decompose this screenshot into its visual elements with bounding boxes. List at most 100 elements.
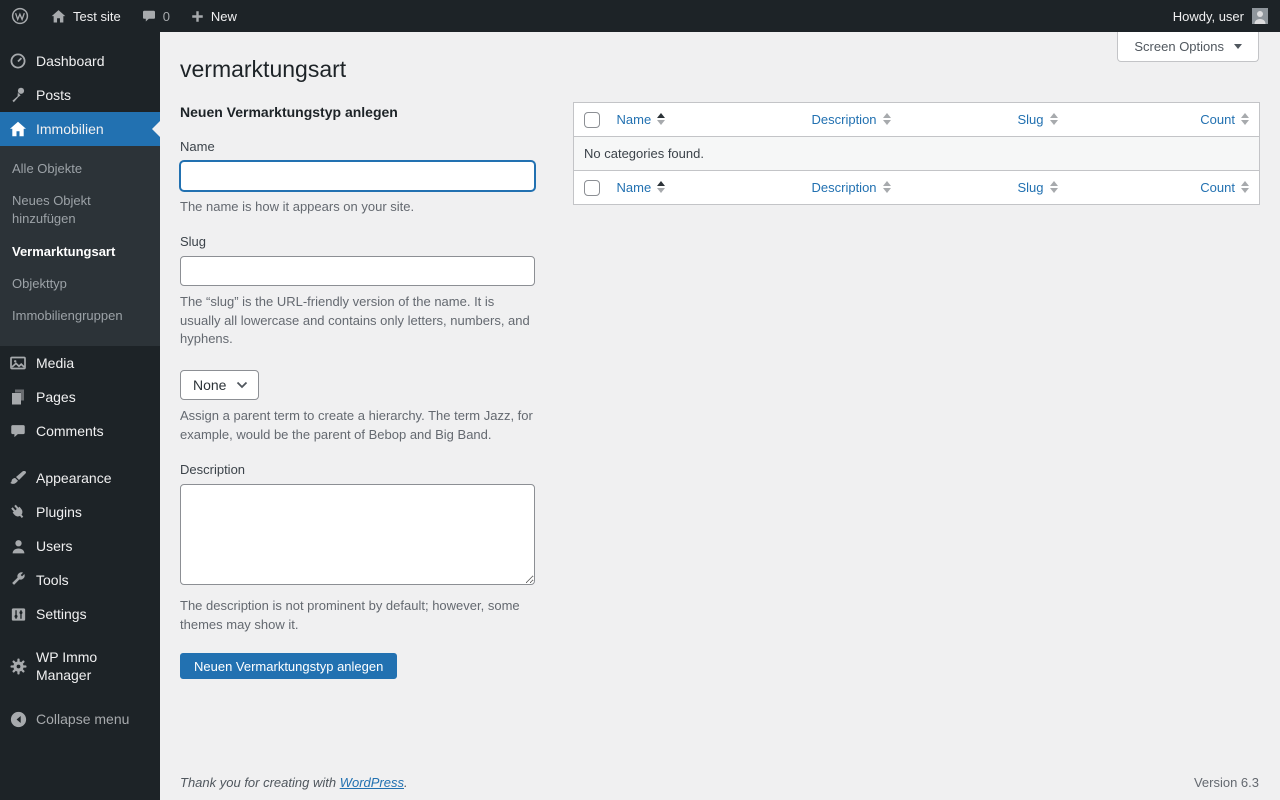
screen-options-tab[interactable]: Screen Options — [1117, 32, 1259, 62]
media-icon — [0, 353, 36, 373]
sidebar-item-wp-immo-manager[interactable]: WP Immo Manager — [0, 644, 160, 688]
pushpin-icon — [0, 85, 36, 105]
submenu-vermarktungsart[interactable]: Vermarktungsart — [0, 236, 160, 268]
footer-version: Version 6.3 — [1194, 775, 1259, 790]
sidebar-item-users[interactable]: Users — [0, 529, 160, 563]
form-heading: Neuen Vermarktungstyp anlegen — [180, 102, 535, 122]
sidebar-item-settings[interactable]: Settings — [0, 597, 160, 631]
sort-by-description[interactable]: Description — [812, 112, 891, 127]
site-name-link[interactable]: Test site — [40, 0, 131, 32]
footer-thanks: Thank you for creating with WordPress. — [180, 775, 408, 790]
sort-arrows-icon — [1241, 181, 1249, 193]
description-textarea[interactable] — [180, 484, 535, 585]
slug-help: The “slug” is the URL-friendly version o… — [180, 293, 535, 350]
comments-bubble[interactable]: 0 — [131, 0, 180, 32]
column-label: Description — [812, 112, 877, 127]
menu-separator — [0, 448, 160, 461]
sort-by-count[interactable]: Count — [1200, 112, 1249, 127]
collapse-menu-button[interactable]: Collapse menu — [0, 703, 160, 737]
column-label: Slug — [1018, 112, 1044, 127]
submenu-label: Neues Objekt hinzufügen — [12, 193, 91, 226]
admin-bar: Test site 0 New Howdy, user — [0, 0, 1280, 32]
select-all-checkbox[interactable] — [584, 112, 600, 128]
sidebar-item-label: Settings — [36, 605, 87, 623]
sidebar-item-immobilien[interactable]: Immobilien — [0, 112, 160, 146]
sidebar-item-label: Users — [36, 537, 73, 555]
new-content-menu[interactable]: New — [180, 0, 247, 32]
sort-by-slug[interactable]: Slug — [1018, 112, 1058, 127]
brush-icon — [0, 468, 36, 488]
slug-field-group: Slug The “slug” is the URL-friendly vers… — [180, 234, 535, 350]
screen-options-label: Screen Options — [1134, 39, 1224, 54]
submenu-neues-objekt[interactable]: Neues Objekt hinzufügen — [0, 185, 160, 235]
sidebar-item-tools[interactable]: Tools — [0, 563, 160, 597]
chevron-down-icon — [1234, 44, 1242, 53]
sort-by-name[interactable]: Name — [617, 112, 666, 127]
plus-icon — [190, 9, 205, 24]
column-label: Name — [617, 180, 652, 195]
slug-label: Slug — [180, 234, 535, 249]
sort-arrows-icon — [1050, 181, 1058, 193]
comment-count: 0 — [163, 9, 170, 24]
submenu-objekttyp[interactable]: Objekttyp — [0, 268, 160, 300]
name-field-group: Name The name is how it appears on your … — [180, 139, 535, 217]
sidebar-item-label: WP Immo Manager — [36, 648, 120, 684]
parent-select[interactable]: None — [180, 370, 259, 400]
sidebar-item-label: Pages — [36, 388, 76, 406]
description-field-group: Description The description is not promi… — [180, 462, 535, 635]
collapse-arrow-icon — [0, 710, 36, 729]
new-label: New — [211, 9, 237, 24]
column-label: Count — [1200, 180, 1235, 195]
gear-icon — [0, 657, 36, 676]
footer-thanks-suffix: . — [404, 775, 408, 790]
pages-icon — [0, 387, 36, 407]
submit-button[interactable]: Neuen Vermarktungstyp anlegen — [180, 653, 397, 679]
home-icon — [0, 119, 36, 139]
sidebar-item-media[interactable]: Media — [0, 346, 160, 380]
select-all-checkbox[interactable] — [584, 180, 600, 196]
sidebar-item-label: Immobilien — [36, 120, 104, 138]
wordpress-logo-icon — [10, 6, 30, 26]
sort-arrows-icon — [657, 113, 665, 125]
submenu-label: Objekttyp — [12, 276, 67, 291]
sidebar-item-comments[interactable]: Comments — [0, 414, 160, 448]
column-label: Name — [617, 112, 652, 127]
plugin-icon — [0, 502, 36, 522]
submenu-immobiliengruppen[interactable]: Immobiliengruppen — [0, 300, 160, 332]
user-icon — [0, 537, 36, 556]
sidebar-item-label: Tools — [36, 571, 69, 589]
sidebar-item-label: Comments — [36, 422, 104, 440]
sort-by-description[interactable]: Description — [812, 180, 891, 195]
sort-by-count[interactable]: Count — [1200, 180, 1249, 195]
sort-by-slug[interactable]: Slug — [1018, 180, 1058, 195]
account-menu[interactable]: Howdy, user — [1161, 0, 1280, 32]
wrench-icon — [0, 571, 36, 590]
howdy-label: Howdy, user — [1173, 9, 1244, 24]
sort-arrows-icon — [1241, 113, 1249, 125]
sidebar-item-label: Appearance — [36, 469, 112, 487]
sidebar-item-pages[interactable]: Pages — [0, 380, 160, 414]
immobilien-submenu: Alle Objekte Neues Objekt hinzufügen Ver… — [0, 146, 160, 346]
sidebar-item-plugins[interactable]: Plugins — [0, 495, 160, 529]
sidebar-item-label: Plugins — [36, 503, 82, 521]
main-content: Screen Options vermarktungsart Neuen Ver… — [160, 32, 1280, 800]
name-input[interactable] — [180, 161, 535, 191]
parent-selected-value: None — [193, 377, 226, 393]
avatar — [1252, 8, 1268, 24]
submenu-alle-objekte[interactable]: Alle Objekte — [0, 153, 160, 185]
dashboard-icon — [0, 51, 36, 71]
sidebar-item-posts[interactable]: Posts — [0, 78, 160, 112]
admin-menu: Dashboard Posts Immobilien Alle Objekte — [0, 32, 160, 800]
menu-separator — [0, 631, 160, 644]
description-label: Description — [180, 462, 535, 477]
sort-by-name[interactable]: Name — [617, 180, 666, 195]
sidebar-item-dashboard[interactable]: Dashboard — [0, 44, 160, 78]
wordpress-link[interactable]: WordPress — [340, 775, 404, 790]
sidebar-item-appearance[interactable]: Appearance — [0, 461, 160, 495]
slug-input[interactable] — [180, 256, 535, 286]
name-label: Name — [180, 139, 535, 154]
description-help: The description is not prominent by defa… — [180, 597, 535, 635]
wordpress-logo-menu[interactable] — [0, 0, 40, 32]
name-help: The name is how it appears on your site. — [180, 198, 535, 217]
sidebar-item-label: Media — [36, 354, 74, 372]
